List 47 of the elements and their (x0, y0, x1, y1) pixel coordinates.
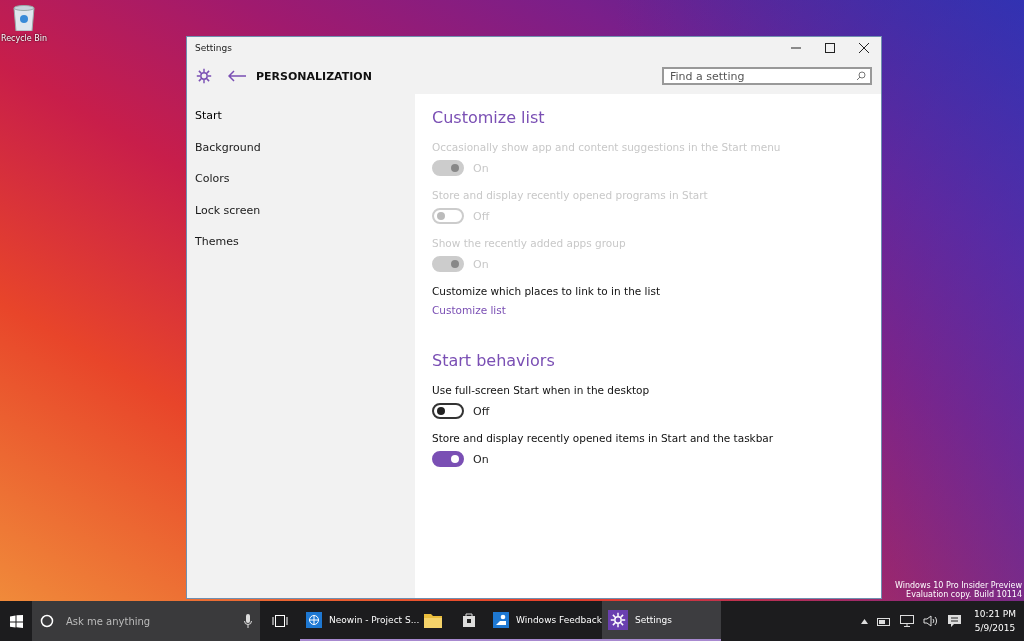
circle-icon (40, 614, 54, 628)
setting-label: Store and display recently opened items in Start and the taskbar (432, 432, 775, 444)
windows-logo-icon (9, 614, 23, 628)
setting-label: Use full-screen Start when in the desktop (432, 384, 651, 396)
back-button[interactable] (228, 70, 246, 82)
chevron-up-icon[interactable] (861, 618, 868, 624)
trash-bin-icon (12, 3, 36, 31)
sidebar-item[interactable]: Themes (187, 226, 415, 258)
clock[interactable]: 10:21 PM 5/9/2015 (974, 607, 1016, 635)
build-info-text: Evaluation copy. Build 10114 (906, 590, 1022, 599)
globe-icon (306, 612, 322, 628)
toggle-switch[interactable] (432, 403, 464, 419)
person-icon (493, 612, 509, 628)
search-field[interactable]: Find a setting (662, 67, 872, 85)
sidebar-item[interactable]: Background (187, 131, 415, 163)
task-view-icon (272, 615, 288, 627)
taskbar-app-button[interactable]: Settings (602, 601, 721, 641)
folder-icon (424, 612, 442, 628)
sidebar-item[interactable]: Colors (187, 163, 415, 195)
clock-time: 10:21 PM (974, 608, 1016, 621)
microphone-icon[interactable] (244, 614, 252, 628)
gear-icon (608, 610, 628, 630)
customize-link[interactable]: Customize list (432, 304, 506, 316)
search-icon (856, 71, 866, 81)
notification-icon[interactable] (948, 614, 961, 628)
section-heading: Start behaviors (432, 351, 556, 370)
battery-icon[interactable] (877, 616, 891, 626)
settings-icon (196, 68, 212, 84)
speaker-icon[interactable] (923, 615, 939, 627)
build-info-text: Windows 10 Pro Insider Preview (895, 581, 1022, 590)
page-heading: PERSONALIZATION (256, 69, 373, 83)
toggle-state-label: Off (473, 404, 490, 418)
setting-label: Customize which places to link to in the list (432, 285, 661, 297)
desktop-icon-label: Recycle Bin (0, 34, 48, 43)
sidebar-item[interactable]: Start (187, 100, 415, 132)
search-field[interactable]: Ask me anything (64, 614, 234, 628)
maximize-icon (825, 42, 835, 53)
sidebar-item[interactable]: Lock screen (187, 194, 415, 226)
clock-date: 5/9/2015 (974, 622, 1016, 635)
network-icon[interactable] (900, 615, 914, 627)
window-title: Settings (195, 42, 233, 53)
shopping-bag-icon (462, 612, 476, 628)
toggle-state-label: On (473, 452, 489, 466)
desktop-shortcut[interactable]: Recycle Bin (0, 3, 48, 43)
close-icon (859, 42, 869, 53)
toggle-switch[interactable] (432, 451, 464, 467)
section-heading: Customize list (432, 108, 546, 127)
